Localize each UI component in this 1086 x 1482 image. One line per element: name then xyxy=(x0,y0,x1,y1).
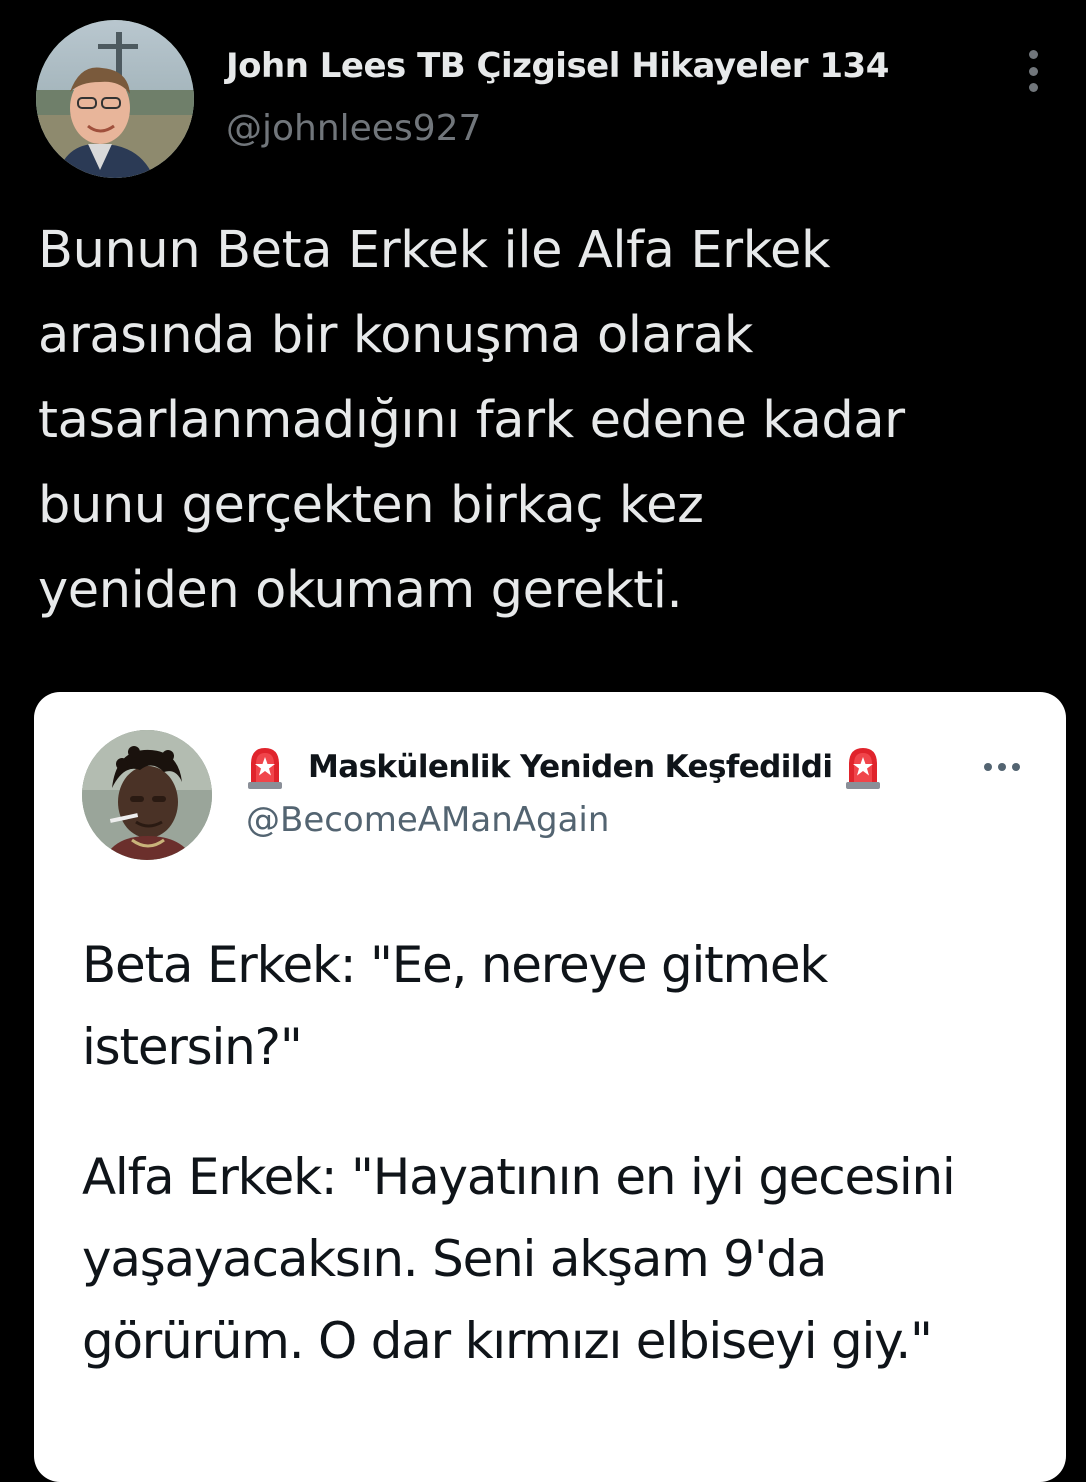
quoted-tweet-line: yaşayacaksın. Seni akşam 9'da xyxy=(82,1230,827,1288)
quoted-tweet-paragraph: Beta Erkek: "Ee, nereye gitmek istersin?… xyxy=(82,924,1042,1088)
author-avatar[interactable] xyxy=(36,20,194,178)
siren-icon xyxy=(844,744,882,790)
quoted-tweet-paragraph: Alfa Erkek: "Hayatının en iyi gecesini y… xyxy=(82,1136,1042,1382)
quoted-author-handle[interactable]: @BecomeAManAgain xyxy=(246,800,609,840)
quoted-author-avatar[interactable] xyxy=(82,730,212,860)
quoted-tweet-line: Beta Erkek: "Ee, nereye gitmek xyxy=(82,936,828,994)
vertical-ellipsis-icon[interactable] xyxy=(1020,50,1046,92)
quoted-author-display-name[interactable]: Maskülenlik Yeniden Keşfedildi xyxy=(308,749,833,785)
tweet-text-line: arasında bir konuşma olarak xyxy=(38,306,753,365)
author-display-name[interactable]: John Lees TB Çizgisel Hikayeler 134 xyxy=(226,46,889,86)
quoted-tweet-line: istersin?" xyxy=(82,1018,303,1076)
horizontal-ellipsis-icon[interactable] xyxy=(984,762,1020,772)
tweet-text-line: yeniden okumam gerekti. xyxy=(38,561,683,620)
author-handle[interactable]: @johnlees927 xyxy=(226,108,481,149)
quoted-author-name-row[interactable]: Maskülenlik Yeniden Keşfedildi xyxy=(246,744,882,790)
tweet-text-line: Bunun Beta Erkek ile Alfa Erkek xyxy=(38,221,831,280)
tweet-text-line: tasarlanmadığını fark edene kadar xyxy=(38,391,905,450)
tweet-text-line: bunu gerçekten birkaç kez xyxy=(38,476,704,535)
quoted-tweet-line: görürüm. O dar kırmızı elbiseyi giy." xyxy=(82,1312,933,1370)
siren-icon xyxy=(246,744,284,790)
tweet-text: Bunun Beta Erkek ile Alfa Erkek arasında… xyxy=(38,208,1058,633)
quoted-tweet-card[interactable]: Maskülenlik Yeniden Keşfedildi @BecomeAM… xyxy=(34,692,1066,1482)
quoted-tweet-line: Alfa Erkek: "Hayatının en iyi gecesini xyxy=(82,1148,956,1206)
